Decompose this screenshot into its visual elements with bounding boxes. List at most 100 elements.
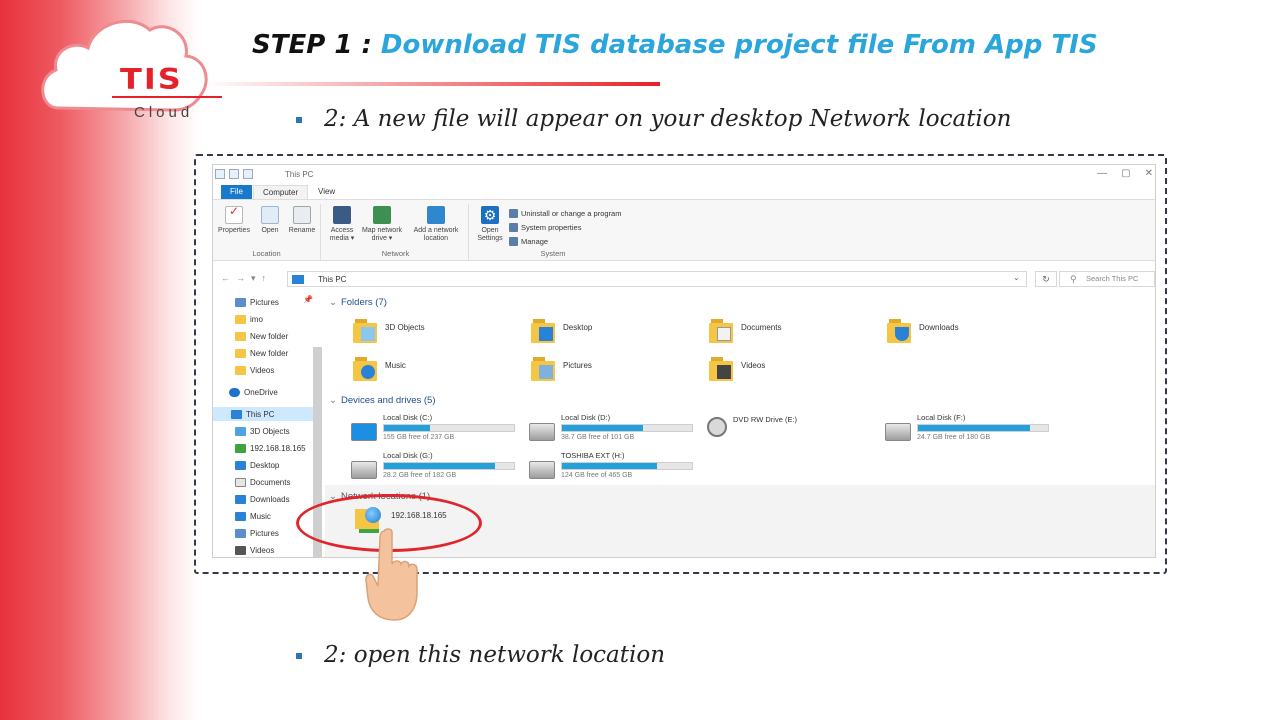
- new-folder-icon[interactable]: [243, 169, 253, 179]
- nav-item-onedrive[interactable]: OneDrive: [229, 385, 278, 399]
- gear-icon: ⚙: [481, 206, 499, 224]
- forward-arrow-icon[interactable]: →: [236, 273, 251, 283]
- nav-item-videos[interactable]: Videos: [235, 363, 274, 377]
- folder-pictures[interactable]: Pictures: [531, 355, 592, 383]
- nav-item-videos-2[interactable]: Videos: [235, 543, 274, 557]
- network-drive-icon: [373, 206, 391, 224]
- drive-name: Local Disk (F:): [917, 413, 966, 422]
- folder-downloads[interactable]: Downloads: [887, 317, 959, 345]
- folders-section-header[interactable]: ⌄ Folders (7): [329, 297, 387, 308]
- nav-item-pictures[interactable]: Pictures: [235, 295, 279, 309]
- title-prefix: STEP 1 :: [252, 30, 381, 60]
- manage-item[interactable]: Manage: [509, 234, 621, 248]
- folder-icon: [235, 314, 246, 324]
- tab-computer[interactable]: Computer: [253, 185, 309, 199]
- folder-desktop[interactable]: Desktop: [531, 317, 592, 345]
- music-folder-icon: [353, 355, 379, 383]
- tis-cloud-logo: TIS Cloud: [38, 12, 222, 121]
- media-icon: [333, 206, 351, 224]
- this-pc-icon: [231, 409, 242, 419]
- search-placeholder: Search This PC: [1086, 274, 1139, 283]
- drive-g[interactable]: Local Disk (G:) 28.2 GB free of 182 GB: [351, 451, 515, 479]
- address-bar-row: ←→▾↑ This PC ⌄ ↻ ⚲ Search This PC: [213, 269, 1155, 287]
- properties-button[interactable]: Properties: [217, 206, 251, 235]
- dvd-icon: [707, 417, 727, 437]
- access-media-button[interactable]: Access media ▾: [325, 206, 359, 243]
- open-button[interactable]: Open: [253, 206, 287, 235]
- nav-item-desktop[interactable]: Desktop: [235, 458, 279, 472]
- drive-usage-bar: [383, 424, 515, 432]
- window-title: This PC: [285, 170, 314, 179]
- nav-item-network-location[interactable]: 192.168.18.165: [235, 441, 306, 455]
- network-location-icon: [427, 206, 445, 224]
- tab-view[interactable]: View: [309, 185, 344, 199]
- drive-usage-fill: [384, 425, 430, 431]
- drive-f[interactable]: Local Disk (F:) 24.7 GB free of 180 GB: [885, 413, 1049, 441]
- drive-usage-fill: [562, 425, 643, 431]
- maximize-icon[interactable]: ▢: [1121, 168, 1130, 179]
- nav-item-downloads[interactable]: Downloads: [235, 492, 290, 506]
- drive-e-dvd[interactable]: DVD RW Drive (E:): [707, 413, 797, 437]
- tab-file[interactable]: File: [221, 185, 252, 199]
- map-network-drive-button[interactable]: Map network drive ▾: [361, 206, 403, 243]
- nav-item-documents[interactable]: Documents: [235, 475, 290, 489]
- properties-icon[interactable]: [229, 169, 239, 179]
- drive-free-text: 124 GB free of 465 GB: [561, 472, 633, 479]
- folder-videos[interactable]: Videos: [709, 355, 765, 383]
- pointing-hand-icon: [365, 528, 418, 621]
- folder-3d-objects[interactable]: 3D Objects: [353, 317, 425, 345]
- devices-section-header[interactable]: ⌄ Devices and drives (5): [329, 395, 435, 406]
- cloud-icon: [229, 387, 240, 397]
- music-icon: [235, 511, 246, 521]
- drive-usage-bar: [561, 462, 693, 470]
- drive-c[interactable]: Local Disk (C:) 155 GB free of 237 GB: [351, 413, 515, 441]
- nav-item-new-folder-1[interactable]: New folder: [235, 329, 288, 343]
- address-box[interactable]: This PC: [287, 271, 1027, 287]
- open-settings-button[interactable]: ⚙ Open Settings: [473, 206, 507, 243]
- ribbon-group-location: Properties Open Rename Location: [213, 204, 321, 260]
- bullet-1-text: 2: A new file will appear on your deskto…: [324, 106, 1012, 132]
- address-dropdown-icon[interactable]: ⌄: [1013, 273, 1020, 282]
- drive-usage-fill: [562, 463, 657, 469]
- search-input[interactable]: ⚲ Search This PC: [1059, 271, 1155, 287]
- external-drive-icon: [529, 461, 555, 479]
- nav-item-3d-objects[interactable]: 3D Objects: [235, 424, 290, 438]
- nav-item-imo[interactable]: imo: [235, 312, 263, 326]
- drive-h[interactable]: TOSHIBA EXT (H:) 124 GB free of 465 GB: [529, 451, 693, 479]
- system-items: Uninstall or change a program System pro…: [509, 206, 621, 248]
- drive-name: TOSHIBA EXT (H:): [561, 451, 625, 460]
- nav-item-this-pc[interactable]: This PC: [213, 407, 313, 421]
- system-properties-item[interactable]: System properties: [509, 220, 621, 234]
- nav-item-music[interactable]: Music: [235, 509, 271, 523]
- up-arrow-icon[interactable]: ↑: [262, 273, 273, 283]
- back-arrow-icon[interactable]: ←: [221, 273, 236, 283]
- drive-name: Local Disk (C:): [383, 413, 433, 422]
- rename-button[interactable]: Rename: [285, 206, 319, 235]
- bullet-square-icon: [296, 117, 302, 123]
- nav-item-pictures-2[interactable]: Pictures: [235, 526, 279, 540]
- folder-music[interactable]: Music: [353, 355, 406, 383]
- ribbon-group-system: ⚙ Open Settings Uninstall or change a pro…: [471, 204, 635, 260]
- pin-icon[interactable]: 📌: [303, 295, 313, 304]
- add-network-location-button[interactable]: Add a network location: [407, 206, 465, 243]
- close-icon[interactable]: ✕: [1145, 168, 1153, 179]
- folder-icon: [235, 365, 246, 375]
- drive-usage-bar: [383, 462, 515, 470]
- folder-documents[interactable]: Documents: [709, 317, 781, 345]
- uninstall-icon: [509, 208, 518, 218]
- window-controls: — ▢ ✕: [1097, 168, 1153, 179]
- refresh-icon[interactable]: ↻: [1035, 271, 1057, 287]
- pc-icon[interactable]: [215, 169, 225, 179]
- open-icon: [261, 206, 279, 224]
- title-underline: [200, 82, 660, 86]
- videos-folder-icon: [709, 355, 735, 383]
- drive-d[interactable]: Local Disk (D:) 38.7 GB free of 101 GB: [529, 413, 693, 441]
- recent-dropdown-icon[interactable]: ▾: [251, 273, 262, 283]
- nav-item-new-folder-2[interactable]: New folder: [235, 346, 288, 360]
- breadcrumb[interactable]: This PC: [318, 275, 346, 284]
- desktop-icon: [235, 460, 246, 470]
- this-pc-icon: [292, 275, 304, 284]
- minimize-icon[interactable]: —: [1097, 168, 1107, 179]
- uninstall-program-item[interactable]: Uninstall or change a program: [509, 206, 621, 220]
- pictures-icon: [235, 297, 246, 307]
